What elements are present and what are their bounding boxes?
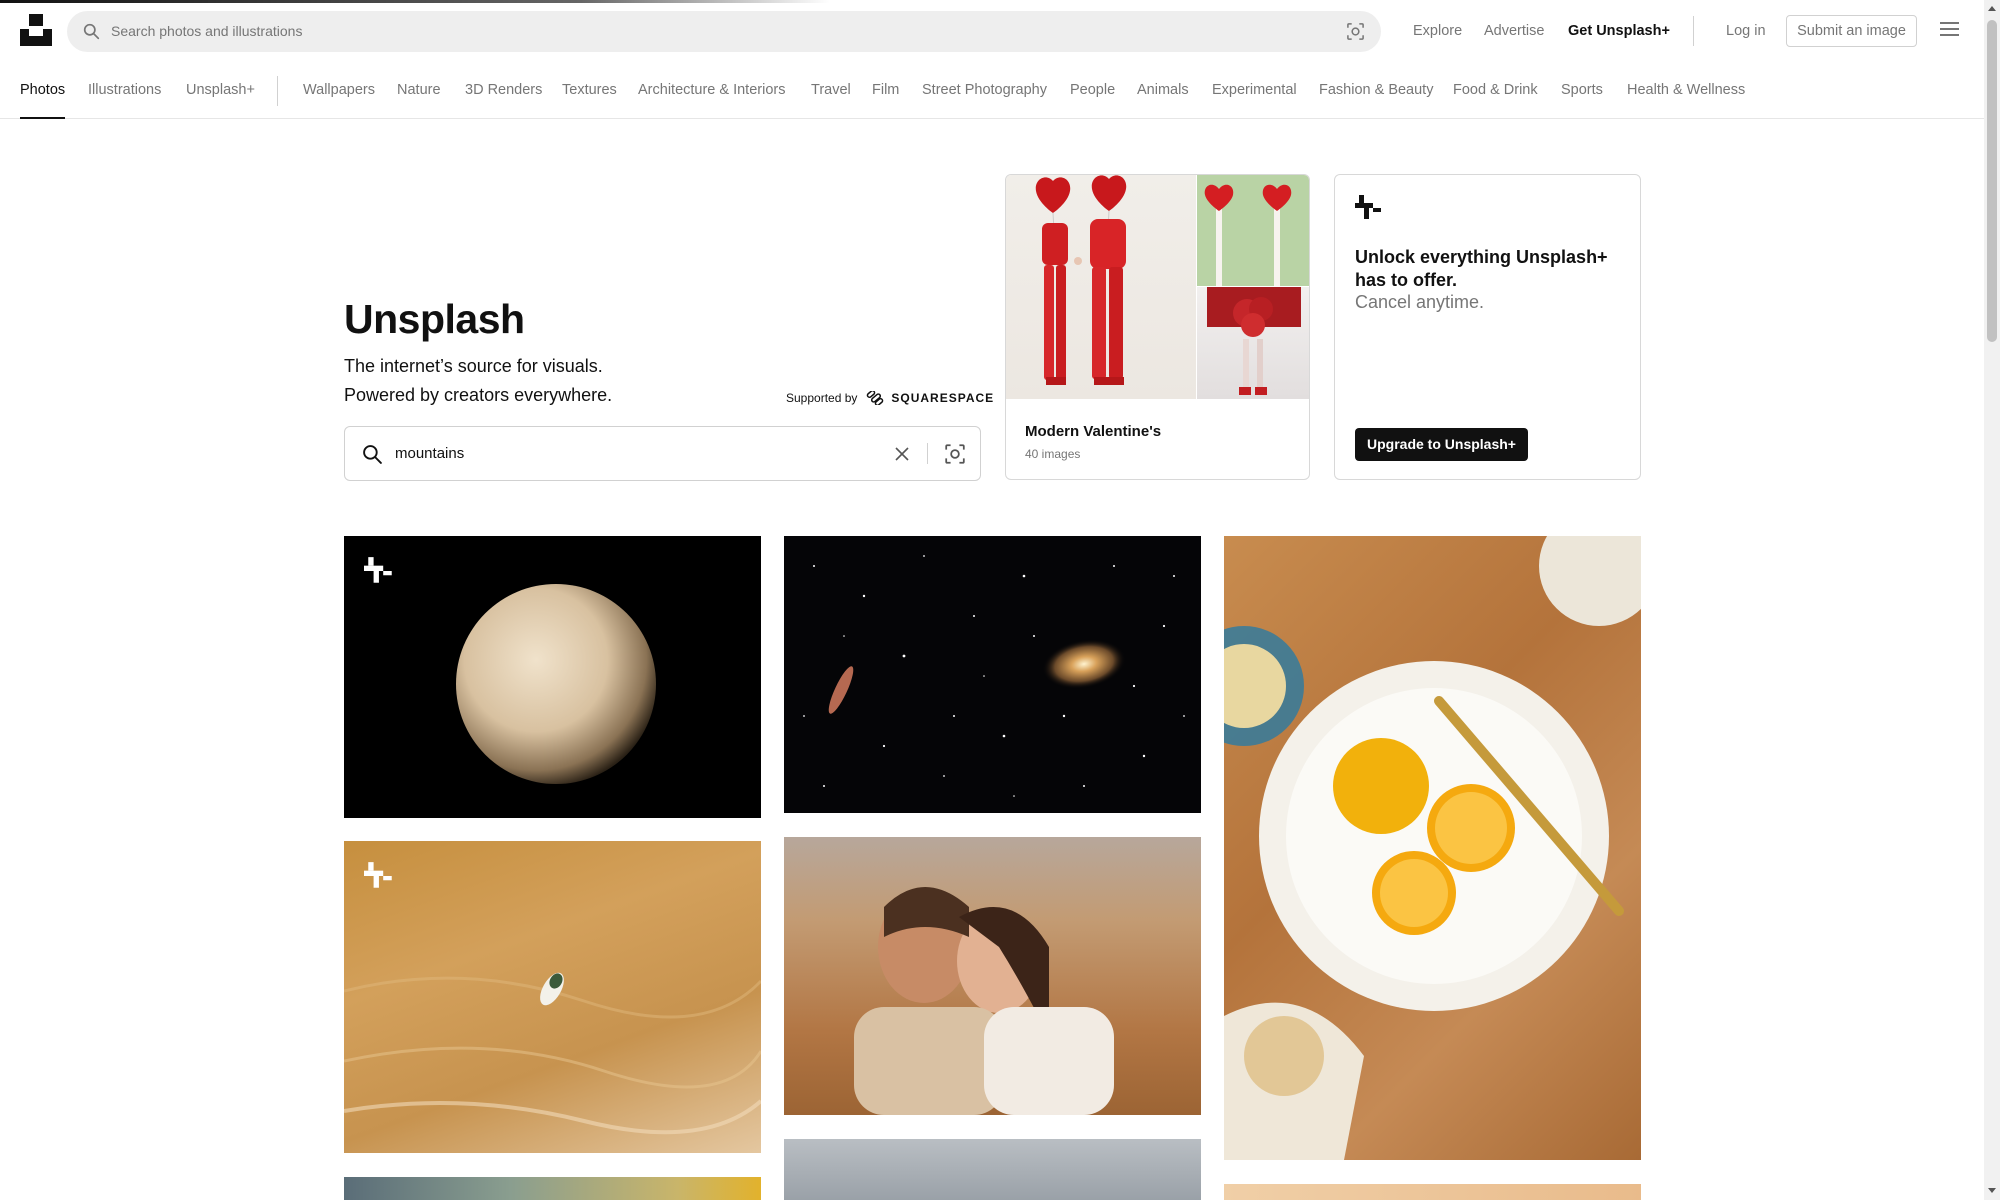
tabs-divider — [277, 76, 278, 106]
squarespace-logo-icon — [867, 391, 884, 405]
tab-textures[interactable]: Textures — [562, 62, 617, 119]
photo-partial-bottom-middle[interactable] — [784, 1139, 1201, 1200]
hero-search-value[interactable]: mountains — [395, 427, 464, 480]
search-icon — [83, 23, 100, 40]
visual-search-icon[interactable] — [1346, 22, 1365, 41]
page-scrollbar[interactable] — [1984, 0, 2000, 1200]
collection-image-lollipops — [1197, 175, 1309, 286]
tab-unsplash-plus[interactable]: Unsplash+ — [186, 62, 255, 119]
nav-explore-link[interactable]: Explore — [1413, 0, 1462, 62]
plus-badge-icon — [364, 557, 392, 583]
sponsor-credit[interactable]: Supported by SQUARESPACE — [786, 391, 994, 405]
global-search-bar[interactable]: Search photos and illustrations — [67, 11, 1381, 52]
visual-search-icon[interactable] — [944, 443, 966, 465]
photo-couple[interactable] — [784, 837, 1201, 1115]
header-divider — [1693, 16, 1694, 46]
photo-galaxies[interactable] — [784, 536, 1201, 813]
photo-aerial-boat[interactable] — [344, 841, 761, 1153]
hero-tagline-2: Powered by creators everywhere. — [344, 385, 613, 405]
clear-search-icon[interactable] — [894, 446, 910, 462]
unsplash-plus-promo-card: Unlock everything Unsplash+ has to offer… — [1334, 174, 1641, 480]
collection-count: 40 images — [1025, 447, 1081, 461]
nav-advertise-link[interactable]: Advertise — [1484, 0, 1544, 62]
search-placeholder[interactable]: Search photos and illustrations — [111, 11, 302, 52]
nav-get-plus-link[interactable]: Get Unsplash+ — [1568, 0, 1670, 62]
sponsor-name: SQUARESPACE — [891, 391, 995, 405]
photo-lemons[interactable] — [1224, 536, 1641, 1160]
tab-food-drink[interactable]: Food & Drink — [1453, 62, 1538, 119]
photo-partial-bottom-left[interactable] — [344, 1177, 761, 1200]
hero-search-input[interactable]: mountains — [344, 426, 981, 481]
scrollbar-thumb[interactable] — [1987, 20, 1997, 342]
hero-title: Unsplash — [344, 296, 525, 342]
scroll-up-arrow-icon[interactable] — [1988, 6, 1996, 11]
collection-title[interactable]: Modern Valentine's — [1025, 423, 1161, 440]
tab-nature[interactable]: Nature — [397, 62, 441, 119]
unsplash-plus-icon — [1355, 195, 1381, 219]
tab-architecture-interiors[interactable]: Architecture & Interiors — [638, 62, 785, 119]
tab-people[interactable]: People — [1070, 62, 1115, 119]
scroll-down-arrow-icon[interactable] — [1988, 1188, 1996, 1193]
submit-image-button[interactable]: Submit an image — [1786, 15, 1917, 47]
unsplash-logo[interactable] — [20, 14, 52, 46]
hero-tagline-1: The internet’s source for visuals. — [344, 356, 603, 376]
tab-travel[interactable]: Travel — [811, 62, 851, 119]
tab-3d-renders[interactable]: 3D Renders — [465, 62, 542, 119]
tab-animals[interactable]: Animals — [1137, 62, 1189, 119]
tab-wallpapers[interactable]: Wallpapers — [303, 62, 375, 119]
top-header: Search photos and illustrations Explore … — [0, 0, 1984, 62]
menu-icon[interactable] — [1940, 22, 1959, 38]
search-divider — [927, 443, 928, 464]
tab-photos[interactable]: Photos — [20, 62, 66, 119]
collection-image-flowers — [1197, 287, 1309, 399]
tab-experimental[interactable]: Experimental — [1212, 62, 1297, 119]
tab-health-wellness[interactable]: Health & Wellness — [1627, 62, 1745, 119]
tab-sports[interactable]: Sports — [1561, 62, 1603, 119]
collection-cover-image — [1006, 175, 1196, 399]
tab-fashion-beauty[interactable]: Fashion & Beauty — [1319, 62, 1433, 119]
search-icon — [363, 445, 382, 464]
promo-subline: Cancel anytime. — [1355, 292, 1485, 312]
collection-card[interactable]: Modern Valentine's 40 images — [1005, 174, 1310, 480]
tab-film[interactable]: Film — [872, 62, 899, 119]
tab-illustrations[interactable]: Illustrations — [88, 62, 161, 119]
photo-planet[interactable] — [344, 536, 761, 818]
tab-street-photography[interactable]: Street Photography — [922, 62, 1047, 119]
category-tabs: Photos Illustrations Unsplash+ Wallpaper… — [0, 62, 1984, 119]
upgrade-button[interactable]: Upgrade to Unsplash+ — [1355, 428, 1528, 461]
supported-by-label: Supported by — [786, 391, 858, 405]
plus-badge-icon — [364, 862, 392, 888]
promo-headline: Unlock everything Unsplash+ has to offer… — [1355, 247, 1608, 290]
login-link[interactable]: Log in — [1726, 0, 1766, 62]
photo-partial-bottom-right[interactable] — [1224, 1184, 1641, 1200]
